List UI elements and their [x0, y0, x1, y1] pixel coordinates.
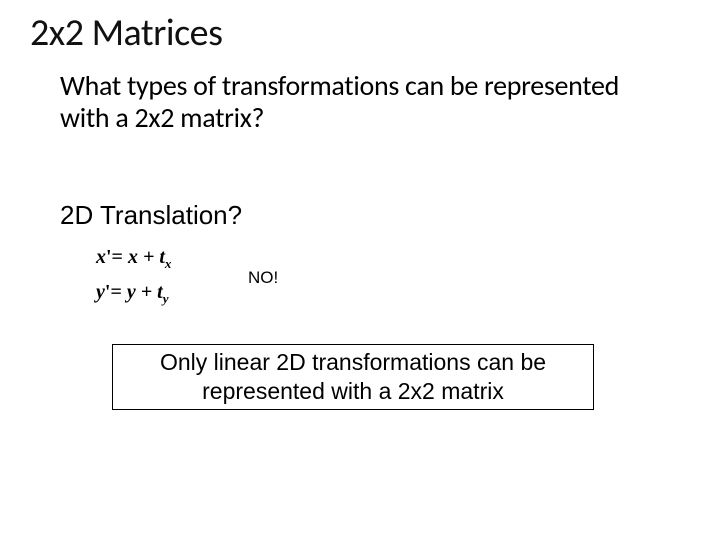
equation-1: x'= x + tx: [96, 240, 171, 275]
conclusion-box: Only linear 2D transformations can be re…: [112, 344, 594, 410]
answer-no: NO!: [248, 268, 278, 288]
slide-subtitle: What types of transformations can be rep…: [60, 70, 640, 134]
equation-2: y'= y + ty: [96, 275, 171, 310]
conclusion-text: Only linear 2D transformations can be re…: [113, 348, 593, 406]
slide-title: 2x2 Matrices: [30, 10, 222, 56]
equations: x'= x + tx y'= y + ty: [96, 240, 171, 310]
section-heading: 2D Translation?: [60, 200, 242, 231]
slide: 2x2 Matrices What types of transformatio…: [0, 0, 720, 540]
